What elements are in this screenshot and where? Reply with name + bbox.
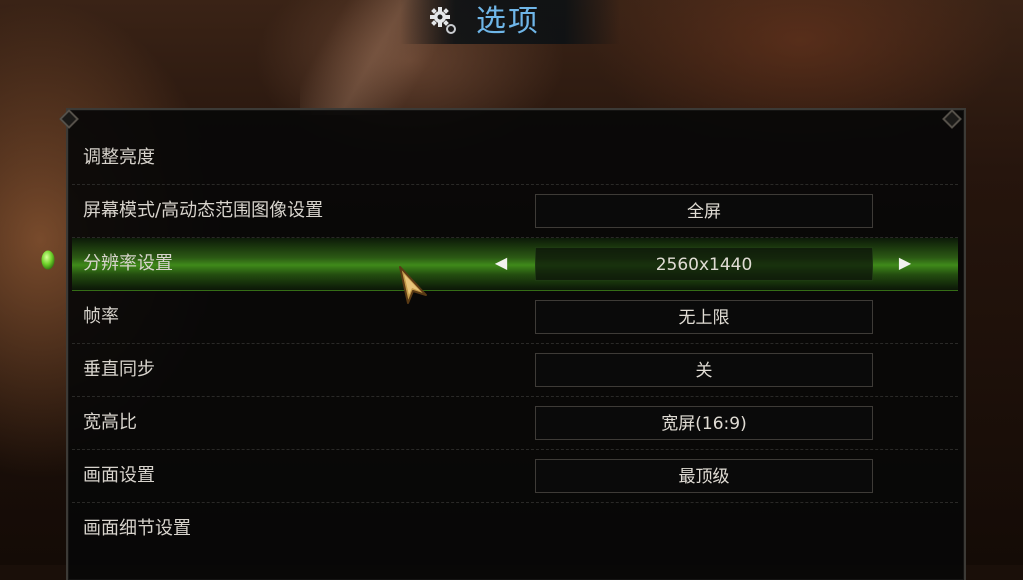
option-label: 宽高比	[83, 412, 137, 433]
option-row-screen-mode[interactable]: 屏幕模式/高动态范围图像设置 全屏	[72, 185, 958, 238]
previous-value-arrow[interactable]: ◀	[491, 251, 511, 275]
option-label: 垂直同步	[83, 359, 155, 380]
gear-icon	[430, 7, 456, 34]
page-title: 选项	[476, 4, 540, 39]
option-value-selector[interactable]: 2560x1440	[535, 247, 873, 281]
option-row-aspect-ratio[interactable]: 宽高比 宽屏(16:9)	[72, 397, 958, 450]
green-gem-icon	[41, 250, 55, 270]
option-value-selector[interactable]: 全屏	[535, 194, 873, 228]
option-row-graphics-detail[interactable]: 画面细节设置	[72, 503, 958, 556]
option-row-vsync[interactable]: 垂直同步 关	[72, 344, 958, 397]
option-row-frame-rate[interactable]: 帧率 无上限	[72, 291, 958, 344]
option-value-selector[interactable]: 宽屏(16:9)	[535, 406, 873, 440]
option-label: 帧率	[83, 306, 119, 327]
cursor-icon	[399, 266, 427, 304]
option-row-resolution[interactable]: 分辨率设置 ◀ 2560x1440 ▶	[72, 238, 958, 291]
option-row-graphics[interactable]: 画面设置 最顶级	[72, 450, 958, 503]
option-label: 画面设置	[83, 465, 155, 486]
next-value-arrow[interactable]: ▶	[895, 251, 915, 275]
option-value-selector[interactable]: 无上限	[535, 300, 873, 334]
option-label: 画面细节设置	[83, 518, 191, 539]
option-value-selector[interactable]: 最顶级	[535, 459, 873, 493]
option-label: 调整亮度	[83, 147, 155, 168]
option-row-brightness[interactable]: 调整亮度	[72, 132, 958, 185]
option-value-selector[interactable]: 关	[535, 353, 873, 387]
option-label: 分辨率设置	[83, 253, 173, 274]
option-label: 屏幕模式/高动态范围图像设置	[83, 200, 324, 221]
